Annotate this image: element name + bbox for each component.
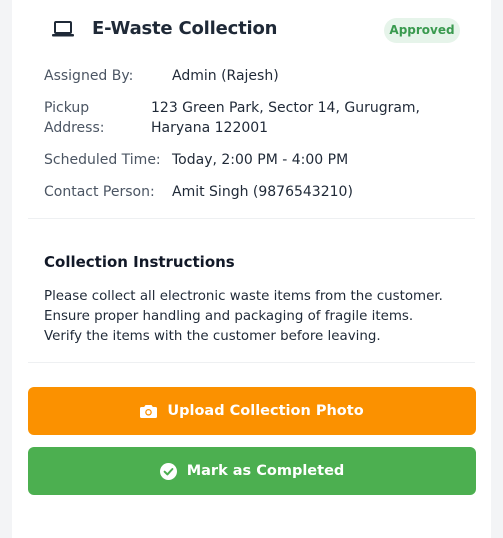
- instructions-line: Ensure proper handling and packaging of …: [44, 309, 414, 324]
- task-header: E-Waste Collection Approved: [12, 0, 491, 62]
- check-circle-icon: [159, 462, 177, 480]
- scheduled-time-value: Today, 2:00 PM - 4:00 PM: [172, 152, 349, 168]
- upload-collection-photo-button[interactable]: Upload Collection Photo: [28, 387, 476, 435]
- mark-as-completed-label: Mark as Completed: [186, 463, 345, 479]
- pickup-address-label-line1: Pickup: [44, 100, 90, 116]
- laptop-icon: [52, 20, 74, 38]
- task-detail-panel: E-Waste Collection Approved Assigned By:…: [12, 0, 491, 538]
- pickup-address-value-line1: 123 Green Park, Sector 14, Gurugram,: [151, 100, 421, 116]
- instructions-line: Verify the items with the customer befor…: [44, 329, 381, 344]
- pickup-address-value-line2: Haryana 122001: [151, 120, 269, 136]
- scheduled-time-label: Scheduled Time:: [44, 152, 161, 168]
- assigned-by-label: Assigned By:: [44, 68, 134, 84]
- instructions-text: Please collect all electronic waste item…: [44, 287, 474, 347]
- status-badge: Approved: [384, 18, 460, 43]
- contact-person-value: Amit Singh (9876543210): [172, 184, 353, 200]
- contact-person-label: Contact Person:: [44, 184, 155, 200]
- instructions-line: Please collect all electronic waste item…: [44, 289, 443, 304]
- assigned-by-value: Admin (Rajesh): [172, 68, 279, 84]
- mark-as-completed-button[interactable]: Mark as Completed: [28, 447, 476, 495]
- pickup-address-label-line2: Address:: [44, 120, 105, 136]
- instructions-title: Collection Instructions: [44, 253, 235, 271]
- camera-icon: [140, 404, 158, 418]
- page-title: E-Waste Collection: [92, 18, 278, 39]
- divider: [28, 362, 475, 363]
- upload-collection-photo-label: Upload Collection Photo: [167, 403, 364, 419]
- divider: [28, 218, 475, 219]
